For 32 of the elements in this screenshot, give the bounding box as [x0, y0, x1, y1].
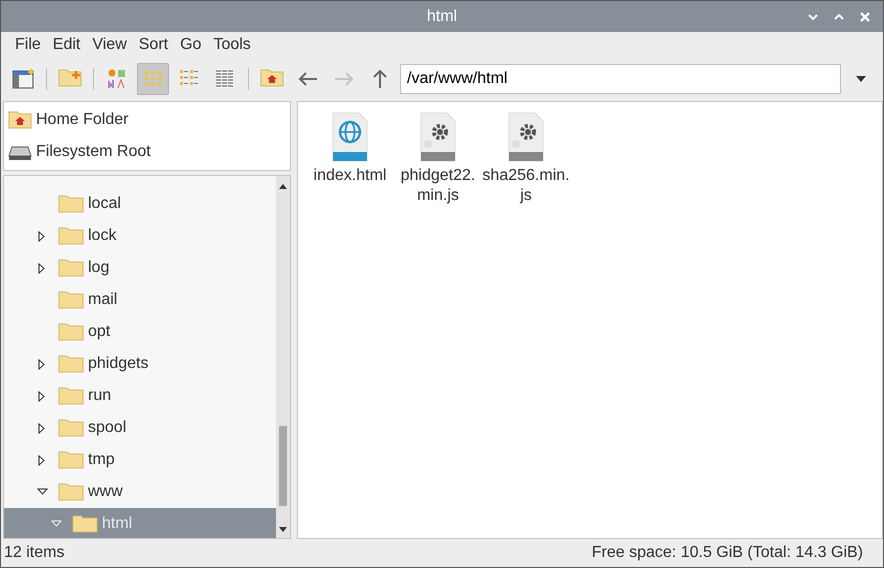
menu-item[interactable]: Tools: [207, 33, 257, 57]
menu-item[interactable]: View: [86, 33, 133, 57]
menu-item[interactable]: File: [9, 33, 47, 57]
scrollbar-thumb[interactable]: [279, 426, 287, 506]
folder-label[interactable]: spool: [88, 416, 126, 440]
window-title: html: [426, 6, 458, 26]
menu-item[interactable]: Go: [174, 33, 208, 57]
gear-file-icon[interactable]: [420, 112, 456, 162]
file-name[interactable]: sha256.min. js: [482, 166, 570, 206]
folder-label[interactable]: lock: [88, 224, 116, 248]
scroll-up-icon[interactable]: [278, 182, 288, 190]
gear-file-icon[interactable]: [508, 112, 544, 162]
place-label[interactable]: Filesystem Root: [36, 140, 151, 164]
place-label[interactable]: Home Folder: [36, 108, 128, 132]
folder-label[interactable]: www: [88, 480, 123, 504]
file-name[interactable]: index.html: [314, 166, 386, 186]
folder-label[interactable]: log: [88, 256, 110, 280]
window-icon: [11, 67, 35, 91]
menu-item[interactable]: Edit: [46, 33, 86, 57]
folder-label[interactable]: run: [88, 384, 112, 408]
free-space: Free space: 10.5 GiB (Total: 14.3 GiB): [592, 543, 863, 563]
folder-label[interactable]: phidgets: [88, 352, 148, 376]
file-name[interactable]: phidget22. min.js: [400, 166, 476, 206]
scroll-down-icon[interactable]: [278, 526, 288, 534]
folder-label[interactable]: tmp: [88, 448, 115, 472]
menu-item[interactable]: Sort: [132, 33, 174, 57]
globe-file-icon[interactable]: [332, 112, 368, 162]
location-field[interactable]: /var/www/html: [400, 64, 841, 94]
folder-label[interactable]: mail: [88, 288, 118, 312]
folder-label[interactable]: opt: [88, 320, 110, 344]
item-count: 12 items: [4, 543, 64, 563]
folder-label[interactable]: local: [88, 192, 121, 216]
